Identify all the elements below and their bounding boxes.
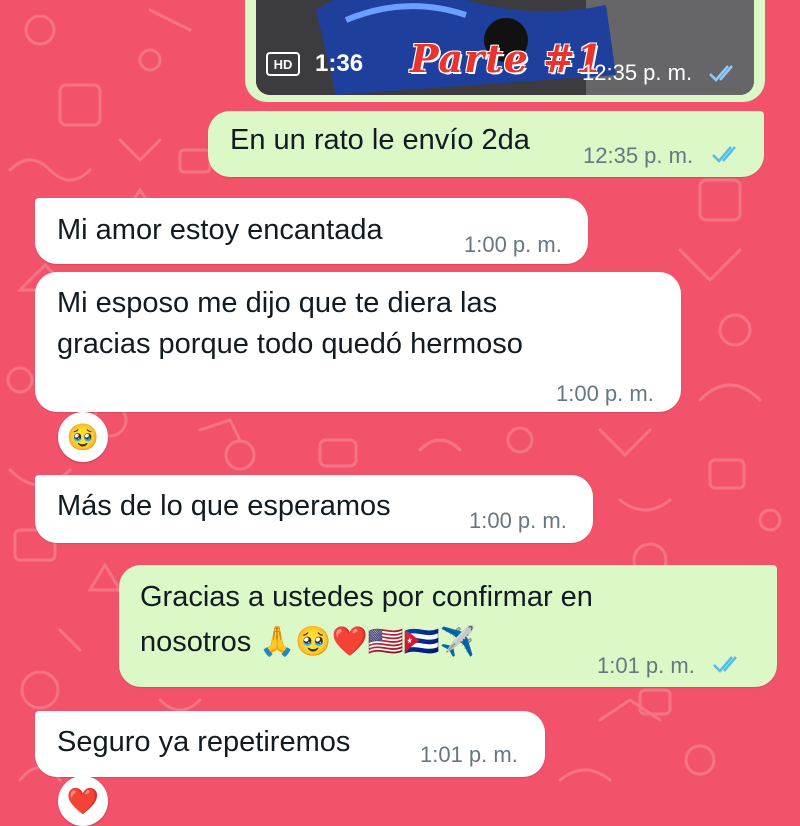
message-time: 12:35 p. m. xyxy=(582,60,693,85)
message-time: 1:00 p. m. xyxy=(464,232,562,257)
read-receipt-icon xyxy=(712,146,736,163)
message-text-line: Gracias a ustedes por confirmar en xyxy=(140,581,593,613)
message-text: Seguro ya repetiremos xyxy=(57,726,351,758)
message-time: 1:01 p. m. xyxy=(597,653,695,678)
reaction-emoji[interactable]: 🥹 xyxy=(58,412,108,462)
message-time: 1:01 p. m. xyxy=(420,742,518,767)
message-time: 12:35 p. m. xyxy=(583,143,694,168)
message-text: En un rato le envío 2da xyxy=(230,124,530,156)
message-text-line: gracias porque todo quedó hermoso xyxy=(57,328,523,360)
reaction-emoji[interactable]: ❤️ xyxy=(58,776,108,826)
message-text-line: Mi esposo me dijo que te diera las xyxy=(57,287,498,319)
message-time: 1:00 p. m. xyxy=(556,381,654,406)
hd-badge: HD xyxy=(266,52,300,76)
read-receipt-icon xyxy=(713,656,737,673)
read-receipt-icon xyxy=(709,65,733,82)
video-duration: 1:36 xyxy=(315,50,364,77)
message-text: Más de lo que esperamos xyxy=(57,490,391,522)
video-overlay-text: Parte #1 xyxy=(410,36,604,81)
message-time: 1:00 p. m. xyxy=(469,508,567,533)
message-text-line: nosotros 🙏🥹❤️🇺🇸🇨🇺✈️ xyxy=(140,626,476,658)
message-text: Mi amor estoy encantada xyxy=(57,214,383,246)
